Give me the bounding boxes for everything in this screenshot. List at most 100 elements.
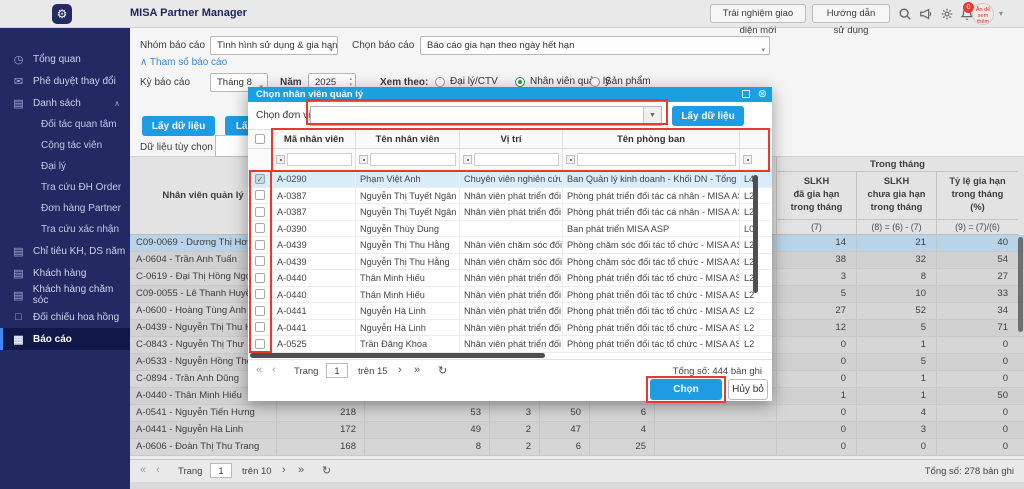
row-checkbox-cell[interactable] <box>248 320 273 336</box>
maximize-icon[interactable] <box>742 90 750 98</box>
employee-row[interactable]: A-0440Thân Minh HiếuNhân viên phát triển… <box>248 287 772 304</box>
row-checkbox[interactable]: ✓ <box>255 174 265 184</box>
next-page-icon[interactable]: › <box>282 464 286 476</box>
table-row[interactable]: A-0606 - Đoàn Thị Thu Trang16882625000 <box>130 439 1024 456</box>
employee-row[interactable]: A-0390Nguyễn Thùy DungBan phát triển MIS… <box>248 221 772 238</box>
prev-page-icon[interactable]: ‹ <box>272 364 276 376</box>
row-checkbox[interactable] <box>255 207 265 217</box>
sidebar-item[interactable]: ▤Khách hàng <box>0 262 130 284</box>
select-button[interactable]: Chọn <box>650 379 722 400</box>
next-page-icon[interactable]: › <box>398 364 402 376</box>
column-header-code[interactable]: Mã nhân viên <box>273 130 356 148</box>
column-header-c7[interactable]: SLKH đã gia hạn trong tháng <box>777 172 857 219</box>
employee-row[interactable]: A-0441Nguyễn Hà LinhNhân viên phát triển… <box>248 320 772 337</box>
employee-row[interactable]: A-0387Nguyễn Thị Tuyết NgânNhân viên phá… <box>248 188 772 205</box>
filter-operator-icon[interactable] <box>566 155 575 164</box>
row-checkbox-cell[interactable]: ✓ <box>248 171 273 187</box>
horizontal-scrollbar[interactable] <box>250 353 545 358</box>
avatar[interactable]: Ấn để xem thêm <box>972 3 994 25</box>
last-page-icon[interactable]: » <box>298 464 304 476</box>
row-checkbox[interactable] <box>255 240 265 250</box>
last-page-icon[interactable]: » <box>414 364 420 376</box>
modal-header[interactable]: Chọn nhân viên quản lý ⊗ <box>248 87 772 102</box>
report-select[interactable]: Báo cáo gia hạn theo ngày hết hạn▾ <box>420 36 770 55</box>
search-icon[interactable] <box>898 7 912 21</box>
employee-row[interactable]: A-0439Nguyễn Thị Thu HằngNhân viên chăm … <box>248 254 772 271</box>
unit-combobox[interactable]: ▼ <box>310 106 662 126</box>
chevron-down-icon[interactable]: ▼ <box>643 107 661 125</box>
column-header-c8[interactable]: SLKH chưa gia hạn trong tháng <box>857 172 937 219</box>
modal-get-data-button[interactable]: Lấy dữ liệu <box>672 106 744 126</box>
row-checkbox[interactable] <box>255 289 265 299</box>
row-checkbox[interactable] <box>255 273 265 283</box>
help-button[interactable]: Hướng dẫn sử dụng <box>812 4 890 23</box>
row-checkbox[interactable] <box>255 190 265 200</box>
sidebar-subitem[interactable]: Đối tác quan tâm <box>0 114 130 135</box>
sidebar-item[interactable]: ▦Báo cáo <box>0 328 130 350</box>
row-checkbox-cell[interactable] <box>248 270 273 286</box>
employee-row[interactable]: ✓A-0290Phạm Việt AnhChuyên viên nghiên c… <box>248 171 772 188</box>
first-page-icon[interactable]: « <box>140 464 146 476</box>
sidebar-item[interactable]: ▤Danh sách∧ <box>0 92 130 114</box>
sidebar-subitem[interactable]: Tra cứu xác nhận <box>0 219 130 240</box>
sidebar-item[interactable]: ▤Chỉ tiêu KH, DS năm <box>0 240 130 262</box>
filter-input-name[interactable] <box>370 153 456 166</box>
employee-row[interactable]: A-0439Nguyễn Thị Thu HằngNhân viên chăm … <box>248 237 772 254</box>
sidebar-subitem[interactable]: Đơn hàng Partner <box>0 198 130 219</box>
refresh-icon[interactable]: ↻ <box>322 464 331 477</box>
filter-operator-icon[interactable] <box>276 155 285 164</box>
table-row[interactable]: A-0441 - Nguyễn Hà Linh172492474030 <box>130 422 1024 439</box>
row-checkbox-cell[interactable] <box>248 221 273 237</box>
employee-row[interactable]: A-0440Thân Minh HiếuNhân viên phát triển… <box>248 270 772 287</box>
row-checkbox-cell[interactable] <box>248 204 273 220</box>
row-checkbox-cell[interactable] <box>248 336 273 352</box>
row-checkbox-cell[interactable] <box>248 188 273 204</box>
row-checkbox[interactable] <box>255 339 265 349</box>
column-header-extra[interactable] <box>740 130 772 148</box>
close-icon[interactable]: ⊗ <box>758 87 767 102</box>
row-checkbox-cell[interactable] <box>248 237 273 253</box>
row-checkbox-cell[interactable] <box>248 303 273 319</box>
sidebar-item[interactable]: ▤Khách hàng chăm sóc <box>0 284 130 306</box>
sidebar-item[interactable]: ◷Tổng quan <box>0 48 130 70</box>
new-ui-button[interactable]: Trải nghiệm giao diện mới <box>710 4 806 23</box>
refresh-icon[interactable]: ↻ <box>438 364 447 377</box>
table-row[interactable]: A-0541 - Nguyễn Tiến Hưng218533506040 <box>130 405 1024 422</box>
chevron-down-icon[interactable]: ▾ <box>999 9 1003 18</box>
employee-row[interactable]: A-0441Nguyễn Hà LinhNhân viên phát triển… <box>248 303 772 320</box>
filter-input-code[interactable] <box>287 153 352 166</box>
filter-operator-icon[interactable] <box>463 155 472 164</box>
select-all-checkbox[interactable] <box>255 134 265 144</box>
report-params-toggle[interactable]: ∧ Tham số báo cáo <box>140 57 227 68</box>
gear-icon[interactable] <box>940 7 954 21</box>
filter-input-department[interactable] <box>577 153 736 166</box>
app-logo-icon[interactable]: ⚙ <box>52 4 72 24</box>
prev-page-icon[interactable]: ‹ <box>156 464 160 476</box>
sidebar-item[interactable]: □Đối chiếu hoa hồng <box>0 306 130 328</box>
employee-row[interactable]: A-0387Nguyễn Thị Tuyết NgânNhân viên phá… <box>248 204 772 221</box>
sidebar-subitem[interactable]: Cộng tác viên <box>0 135 130 156</box>
get-data-button[interactable]: Lấy dữ liệu <box>142 116 215 136</box>
column-header-name[interactable]: Tên nhân viên <box>356 130 460 148</box>
page-input[interactable]: 1 <box>210 463 232 478</box>
cancel-button[interactable]: Hủy bỏ <box>728 379 768 400</box>
filter-input-position[interactable] <box>474 153 559 166</box>
row-checkbox[interactable] <box>255 223 265 233</box>
select-all-cell[interactable] <box>248 130 273 148</box>
row-checkbox-cell[interactable] <box>248 254 273 270</box>
column-header-department[interactable]: Tên phòng ban <box>563 130 740 148</box>
column-header-position[interactable]: Vị trí <box>460 130 563 148</box>
vertical-scrollbar[interactable] <box>753 175 758 293</box>
view-by-radio[interactable]: Đại lý/CTV <box>435 76 498 87</box>
row-checkbox[interactable] <box>255 306 265 316</box>
sidebar-subitem[interactable]: Tra cứu ĐH Order <box>0 177 130 198</box>
sidebar-subitem[interactable]: Đại lý <box>0 156 130 177</box>
filter-operator-icon[interactable] <box>359 155 368 164</box>
sidebar-item[interactable]: ✉Phê duyệt thay đổi <box>0 70 130 92</box>
column-header-c9[interactable]: Tỷ lệ gia hạn trong tháng (%) <box>937 172 1018 219</box>
filter-operator-icon[interactable] <box>743 155 752 164</box>
report-group-select[interactable]: Tình hình sử dụng & gia hạn▾ <box>210 36 338 55</box>
megaphone-icon[interactable] <box>919 7 933 21</box>
row-checkbox[interactable] <box>255 322 265 332</box>
employee-row[interactable]: A-0525Trần Đăng KhoaNhân viên phát triển… <box>248 336 772 353</box>
